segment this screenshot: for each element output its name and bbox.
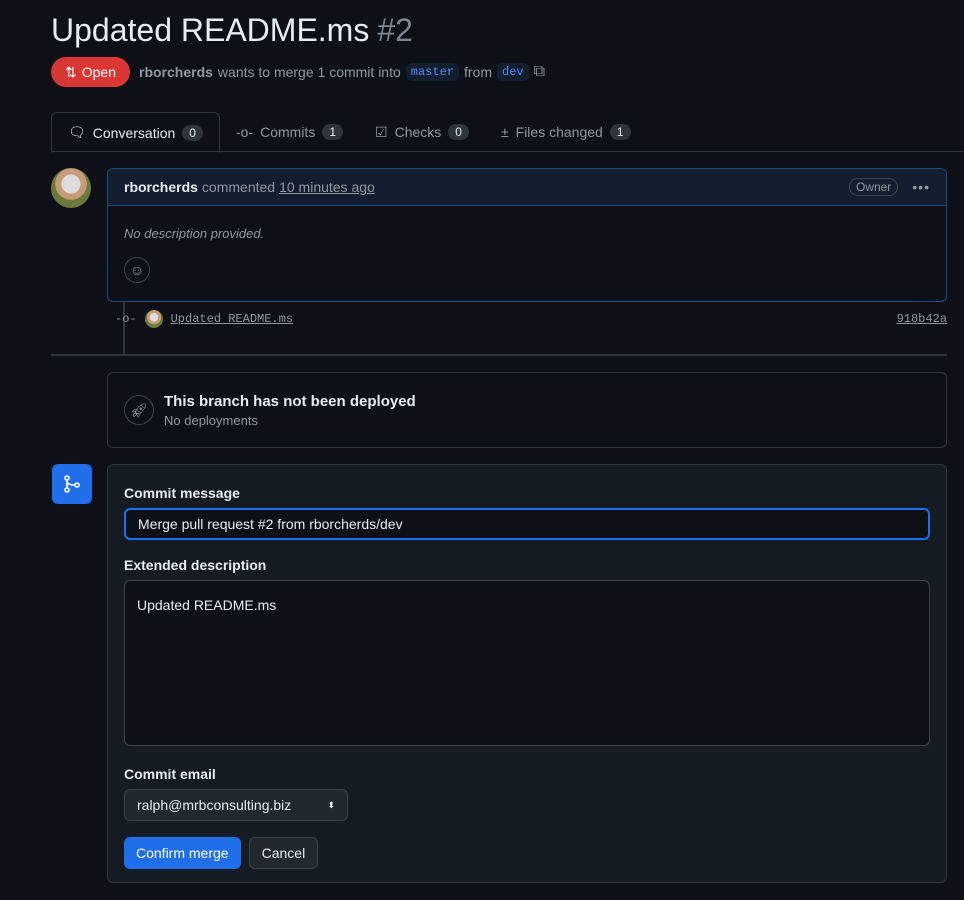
rocket-icon: 🚀︎ [124, 395, 154, 425]
pr-number: #2 [377, 12, 413, 48]
tab-label: Files changed [515, 124, 603, 140]
from-text: from [464, 64, 492, 80]
commit-message-value: Merge pull request #2 from rborcherds/de… [138, 516, 403, 532]
commit-message-link[interactable]: Updated README.ms [171, 312, 293, 326]
comment-icon: 🗨 [68, 124, 86, 140]
pr-meta: rborcherds wants to merge 1 commit into … [139, 63, 545, 81]
tab-conversation[interactable]: 🗨 Conversation 0 [51, 112, 220, 153]
tab-label: Commits [260, 124, 316, 140]
divider [51, 354, 947, 356]
extended-description-textarea[interactable]: Updated README.ms [124, 580, 930, 746]
deployment-status: 🚀︎ This branch has not been deployed No … [107, 372, 947, 448]
deploy-subtitle: No deployments [164, 412, 258, 428]
commit-icon: -o- [115, 312, 137, 326]
merge-form: Commit message Merge pull request #2 fro… [107, 464, 947, 883]
commit-avatar [144, 310, 163, 328]
commit-email-label: Commit email [124, 766, 216, 782]
more-options-icon[interactable]: ••• [912, 179, 930, 195]
comment-time[interactable]: 10 minutes ago [279, 179, 375, 195]
base-branch[interactable]: master [405, 63, 459, 81]
pull-request-icon: ⇅ [65, 63, 77, 80]
commit-email-value: ralph@mrbconsulting.biz [137, 797, 292, 813]
tab-label: Conversation [92, 124, 176, 141]
commit-message-label: Commit message [124, 485, 240, 501]
extended-description-label: Extended description [124, 557, 267, 573]
tab-count: 1 [609, 124, 631, 140]
extended-description-value: Updated README.ms [137, 597, 277, 613]
comment-body: No description provided. [124, 226, 265, 241]
commit-row: -o- Updated README.ms 918b42a [115, 310, 947, 328]
commit-message-input[interactable]: Merge pull request #2 from rborcherds/de… [124, 508, 930, 540]
cancel-button[interactable]: Cancel [248, 837, 319, 869]
head-branch[interactable]: dev [497, 63, 529, 81]
smiley-icon[interactable]: ☺ [124, 257, 150, 283]
tab-count: 0 [448, 124, 469, 140]
comment-header: rborcherds commented 10 minutes ago Owne… [108, 169, 946, 206]
tab-commits[interactable]: -o- Commits 1 [220, 112, 359, 152]
tab-count: 0 [182, 124, 203, 141]
merge-text: wants to merge 1 commit into [217, 64, 401, 80]
comment-box: rborcherds commented 10 minutes ago Owne… [107, 168, 947, 302]
status-badge: ⇅ Open [51, 57, 130, 87]
confirm-merge-button[interactable]: Confirm merge [124, 837, 241, 869]
pr-tabs: 🗨 Conversation 0 -o- Commits 1 ☑ Checks 0 ± Fil… [51, 112, 964, 153]
commit-icon: -o- [235, 124, 254, 140]
checklist-icon: ☑ [375, 123, 388, 140]
author-link[interactable]: rborcherds [139, 64, 213, 80]
git-merge-icon [52, 464, 92, 504]
owner-badge: Owner [848, 178, 899, 196]
deploy-title: This branch has not been deployed [164, 392, 416, 410]
comment-author[interactable]: rborcherds [124, 179, 198, 195]
file-diff-icon: ± [500, 124, 509, 140]
avatar[interactable] [51, 168, 91, 208]
pr-title: Updated README.ms [51, 12, 370, 48]
tab-checks[interactable]: ☑ Checks 0 [359, 112, 485, 152]
copy-icon[interactable]: ⧉ [534, 63, 545, 81]
commit-email-select[interactable]: ralph@mrbconsulting.biz ⬍ [124, 789, 348, 821]
tab-label: Checks [394, 124, 442, 140]
status-label: Open [81, 64, 116, 80]
tab-count: 1 [322, 124, 344, 140]
select-arrows-icon: ⬍ [327, 799, 335, 810]
page-title: Updated README.ms #2 [51, 12, 413, 49]
commit-sha-link[interactable]: 918b42a [897, 312, 947, 326]
tab-files-changed[interactable]: ± Files changed 1 [485, 112, 647, 152]
comment-action: commented [201, 179, 276, 195]
